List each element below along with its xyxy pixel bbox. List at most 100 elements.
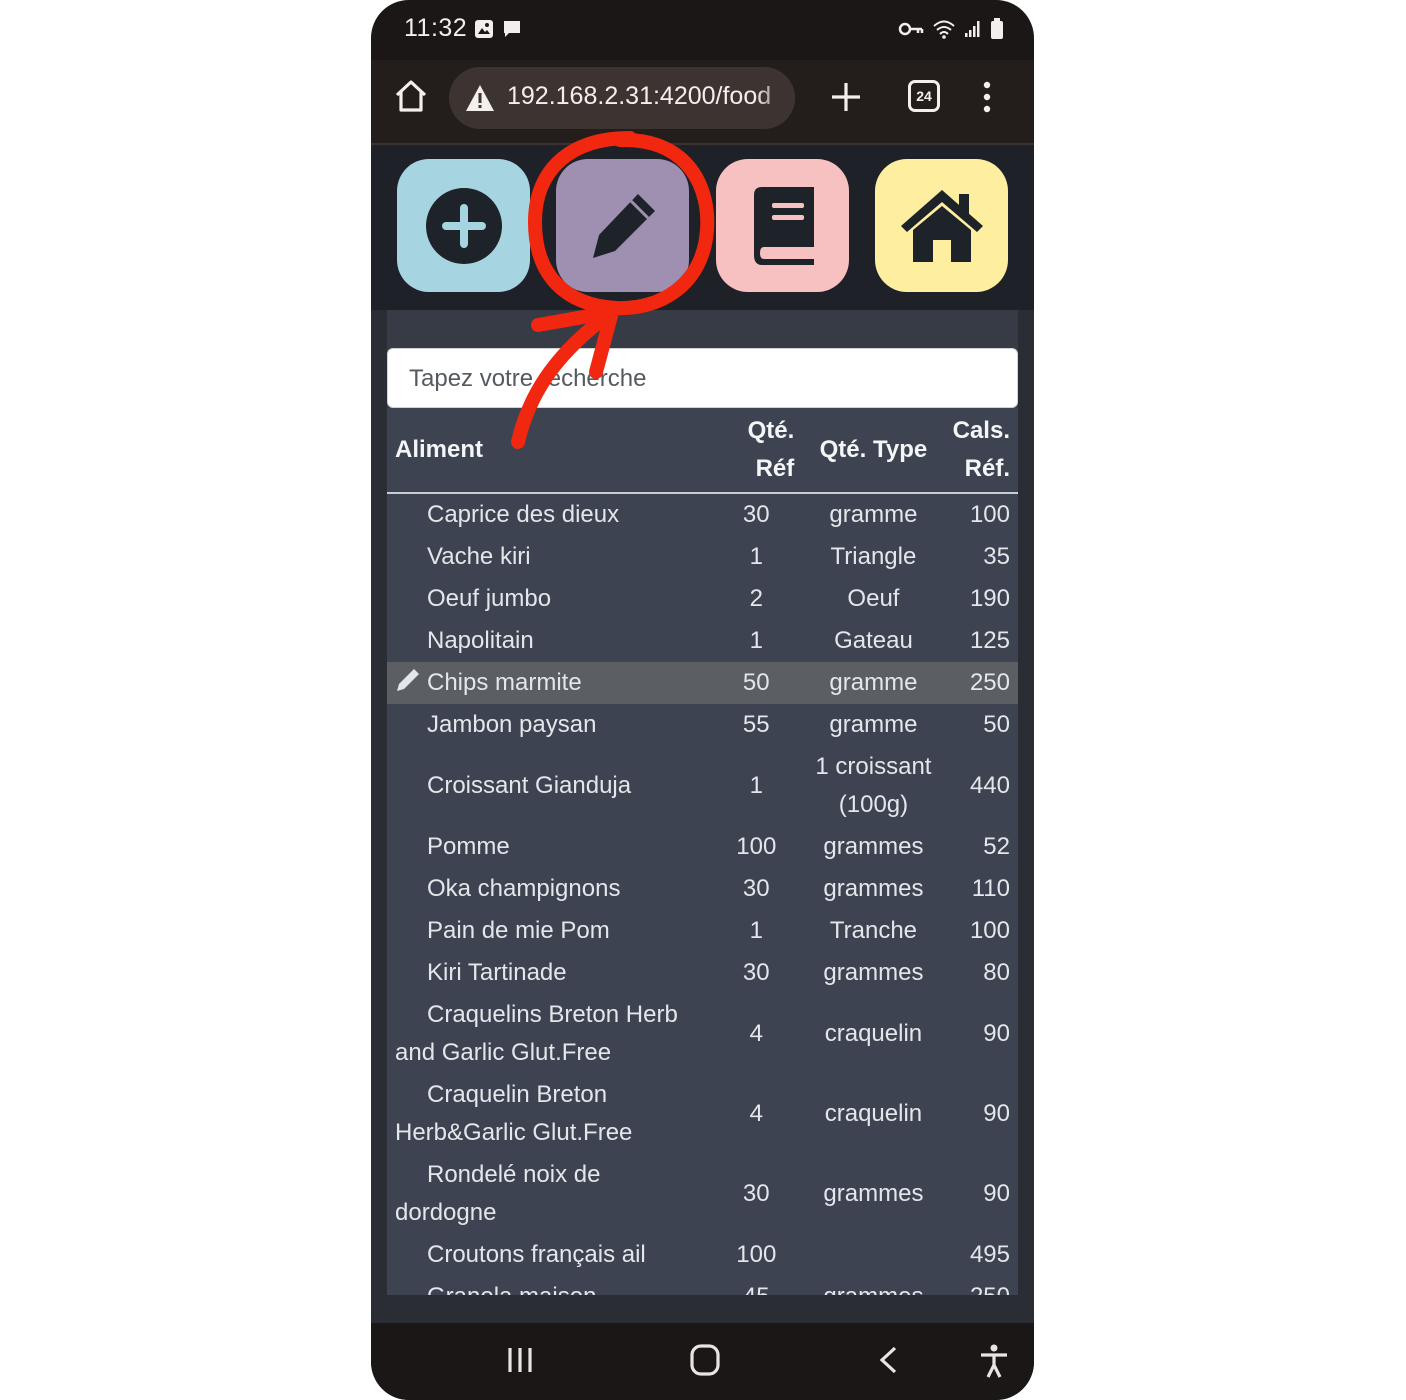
table-row[interactable]: Pomme 100 grammes 52 xyxy=(387,826,1018,868)
cell-cal: 90 xyxy=(983,1020,1010,1047)
status-time: 11:32 xyxy=(404,14,468,42)
cell-cal: 190 xyxy=(969,585,1010,612)
vpn-key-icon xyxy=(898,22,924,36)
home-circle-icon[interactable] xyxy=(689,1343,721,1377)
table-row[interactable]: Oka champignons 30 grammes 110 xyxy=(387,868,1018,910)
cell-cal: 110 xyxy=(971,875,1010,902)
webpage: Tapez votre recherche Aliment Qté. Réf Q… xyxy=(371,145,1034,1323)
row-name-text: Oka champignons xyxy=(427,875,621,902)
cell-qty: 55 xyxy=(742,711,770,738)
status-bar: 11:32 xyxy=(371,0,1034,60)
signal-icon xyxy=(965,21,980,37)
row-name-text: Vache kiri xyxy=(427,543,531,570)
cell-name: Craquelin Breton Herb&Garlic Glut.Free xyxy=(387,1074,710,1154)
wifi-icon xyxy=(933,20,955,39)
cell-qty: 1 xyxy=(749,627,763,654)
cell-name: Rondelé noix de dordogne xyxy=(387,1154,710,1234)
table-row[interactable]: Rondelé noix de dordogne 30 grammes 90 xyxy=(387,1154,1018,1234)
cell-type: gramme xyxy=(829,711,918,738)
cell-qty: 4 xyxy=(749,1100,763,1127)
cell-name: Craquelins Breton Herb and Garlic Glut.F… xyxy=(387,994,710,1074)
cell-cal: 250 xyxy=(945,1276,1018,1295)
tab-switcher-button[interactable]: 24 xyxy=(908,80,940,112)
cell-type: craquelin xyxy=(824,1020,923,1047)
cell-cal: 35 xyxy=(983,543,1010,570)
cell-cal: 100 xyxy=(969,501,1010,528)
table-row[interactable]: Kiri Tartinade 30 grammes 80 xyxy=(387,952,1018,994)
plus-circle-icon xyxy=(425,187,502,264)
row-name-text: Croissant Gianduja xyxy=(427,772,632,799)
cell-type: gramme xyxy=(829,669,918,696)
cell-name: Pomme xyxy=(387,826,710,868)
cell-name: Kiri Tartinade xyxy=(387,952,710,994)
row-name-text: Croutons français ail xyxy=(427,1241,646,1268)
row-name-text: Rondelé noix de dordogne xyxy=(395,1161,601,1226)
table-row[interactable]: Granola maison 45grammes250 xyxy=(387,1276,1018,1295)
table-row[interactable]: Craquelins Breton Herb and Garlic Glut.F… xyxy=(387,994,1018,1074)
cell-qty: 100 xyxy=(736,833,777,860)
cell-type: craquelin xyxy=(824,1100,923,1127)
column-header-qty[interactable]: Qté. Réf xyxy=(710,408,802,493)
cell-qty: 4 xyxy=(749,1020,763,1047)
cell-cal: 80 xyxy=(983,959,1010,986)
cell-qty: 100 xyxy=(736,1241,777,1268)
add-button[interactable] xyxy=(397,159,530,292)
table-row[interactable]: Chips marmite 50 gramme 250 xyxy=(387,662,1018,704)
browser-menu-icon[interactable] xyxy=(977,80,997,114)
status-left-icons xyxy=(474,19,522,39)
row-name-text: Pain de mie Pom xyxy=(427,917,610,944)
cell-type: grammes xyxy=(802,1276,944,1295)
row-edit-pencil-icon xyxy=(395,664,427,702)
address-bar[interactable]: 192.168.2.31:4200/food xyxy=(449,67,795,129)
tab-count: 24 xyxy=(916,88,932,104)
row-name-text: Oeuf jumbo xyxy=(427,585,552,612)
food-table: Aliment Qté. Réf Qté. Type Cals. Réf. Ca… xyxy=(387,408,1018,1295)
table-row[interactable]: Jambon paysan 55 gramme 50 xyxy=(387,704,1018,746)
search-input[interactable]: Tapez votre recherche xyxy=(387,348,1018,408)
cell-qty: 2 xyxy=(749,585,763,612)
new-tab-icon[interactable] xyxy=(829,80,863,114)
table-row[interactable]: Croissant Gianduja 1 1 croissant (100g) 440 xyxy=(387,746,1018,826)
row-name-text: Pomme xyxy=(427,833,510,860)
table-row[interactable]: Croutons français ail 100 495 xyxy=(387,1234,1018,1276)
column-header-cal[interactable]: Cals. Réf. xyxy=(945,408,1018,493)
cell-name: Jambon paysan xyxy=(387,704,710,746)
journal-button[interactable] xyxy=(716,159,849,292)
row-name-text: Napolitain xyxy=(427,627,534,654)
app-toolbar xyxy=(371,145,1034,310)
edit-button[interactable] xyxy=(556,159,689,292)
table-row[interactable]: Caprice des dieux 30 gramme 100 xyxy=(387,493,1018,536)
table-row[interactable]: Pain de mie Pom 1 Tranche 100 xyxy=(387,910,1018,952)
browser-home-icon[interactable] xyxy=(393,78,429,114)
food-list-panel: Tapez votre recherche Aliment Qté. Réf Q… xyxy=(387,310,1018,1295)
cell-type: Gateau xyxy=(834,627,913,654)
cell-type: grammes xyxy=(823,833,924,860)
cell-qty: 1 xyxy=(749,917,763,944)
cell-qty: 45 xyxy=(710,1276,802,1295)
accessibility-icon[interactable] xyxy=(979,1343,1009,1379)
table-row[interactable]: Napolitain 1 Gateau 125 xyxy=(387,620,1018,662)
home-button[interactable] xyxy=(875,159,1008,292)
cell-cal: 440 xyxy=(969,772,1010,799)
cell-name: Croissant Gianduja xyxy=(387,746,710,826)
table-row[interactable]: Vache kiri 1 Triangle 35 xyxy=(387,536,1018,578)
cell-cal: 100 xyxy=(969,917,1010,944)
row-name-text: Craquelin Breton Herb&Garlic Glut.Free xyxy=(395,1081,633,1146)
table-row[interactable]: Craquelin Breton Herb&Garlic Glut.Free 4 c… xyxy=(387,1074,1018,1154)
cell-qty: 30 xyxy=(742,1180,770,1207)
row-name-text: Caprice des dieux xyxy=(427,501,620,528)
cell-qty: 1 xyxy=(749,772,763,799)
table-body: Caprice des dieux 30 gramme 100 Vache kiri 1 T… xyxy=(387,493,1018,1295)
table-row[interactable]: Oeuf jumbo 2 Oeuf 190 xyxy=(387,578,1018,620)
cell-type: Oeuf xyxy=(847,585,900,612)
house-icon xyxy=(900,189,983,262)
warning-icon[interactable] xyxy=(465,84,495,112)
row-name-text: Jambon paysan xyxy=(427,711,597,738)
cell-name: Chips marmite xyxy=(387,662,710,704)
cell-name: Pain de mie Pom xyxy=(387,910,710,952)
column-header-name[interactable]: Aliment xyxy=(387,408,710,493)
back-icon[interactable] xyxy=(877,1345,901,1375)
column-header-type[interactable]: Qté. Type xyxy=(802,408,944,493)
url-fade xyxy=(755,67,795,129)
recent-apps-icon[interactable] xyxy=(505,1345,535,1375)
